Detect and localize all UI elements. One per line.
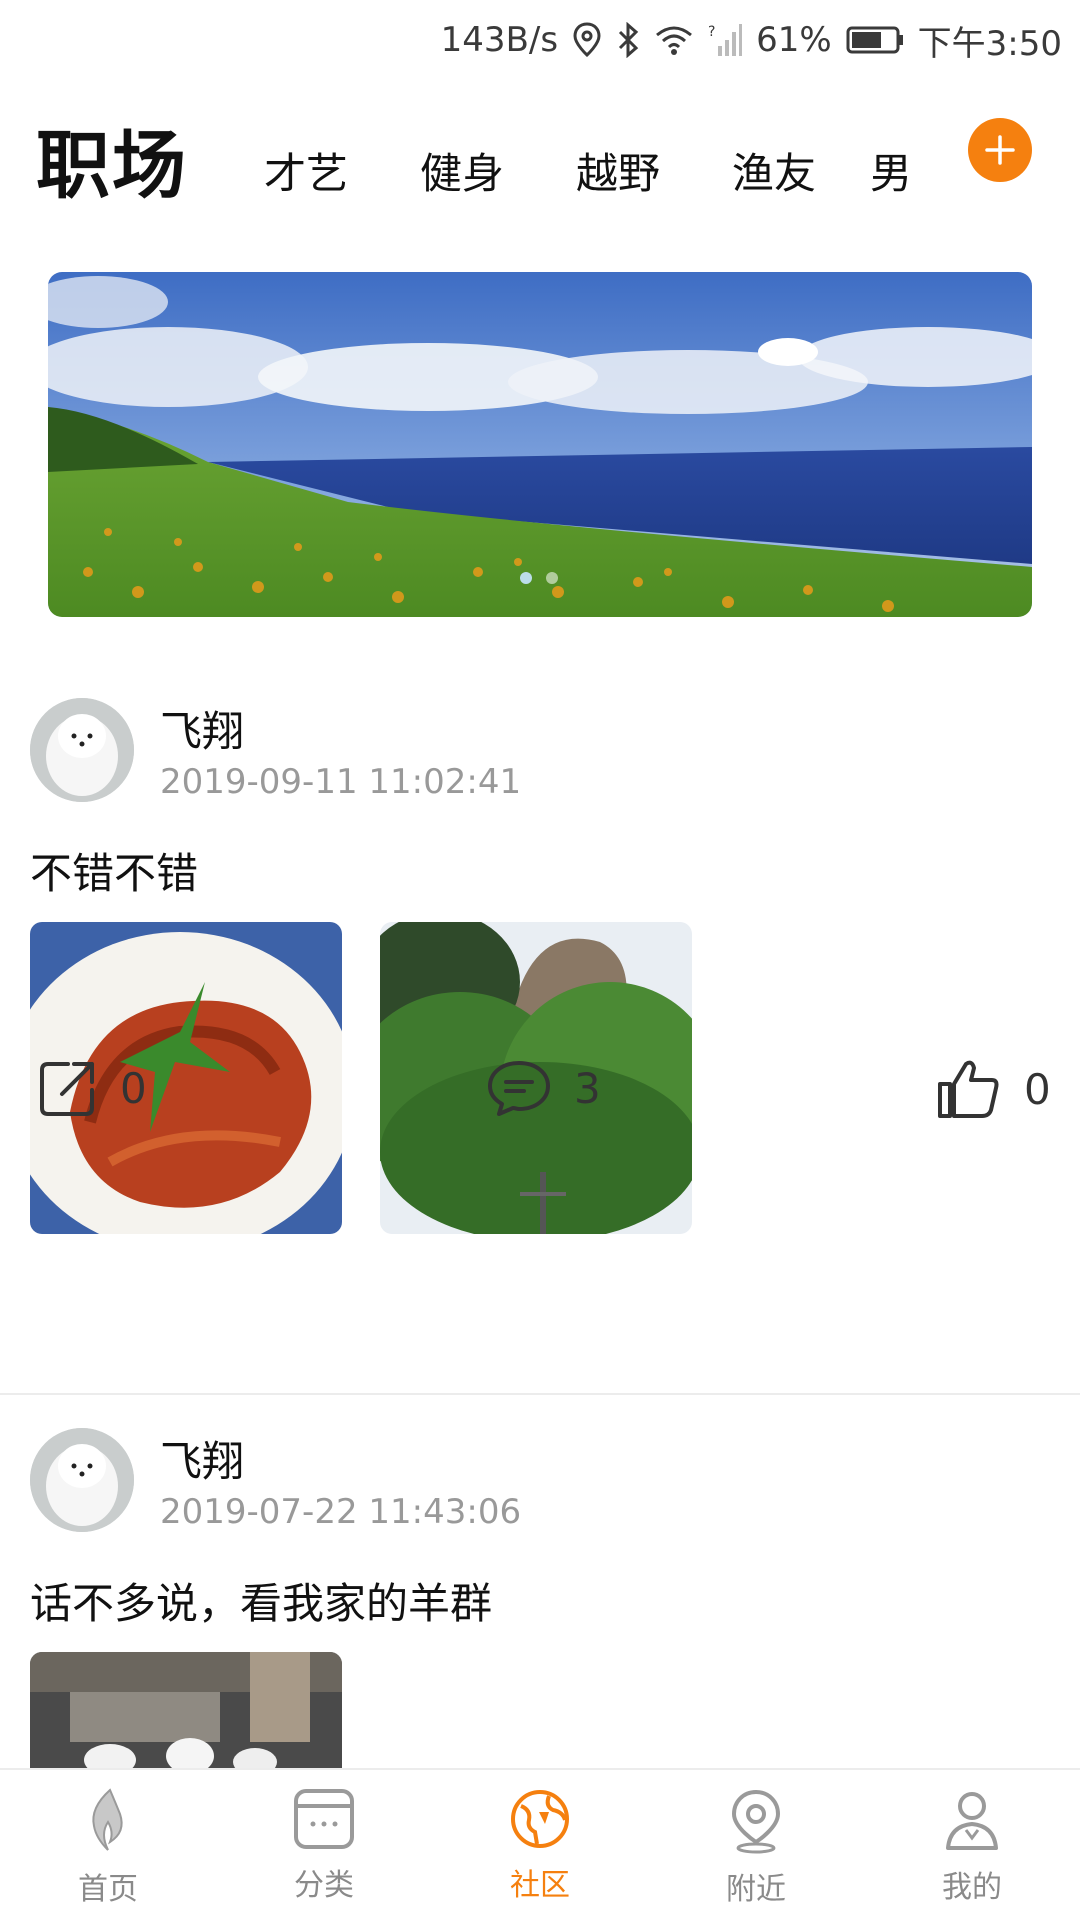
svg-text:?: ? <box>708 24 715 40</box>
tab-item-partial[interactable]: 男 <box>870 140 918 200</box>
bottom-navigation: 首页 分类 社区 附近 我的 <box>0 1768 1080 1922</box>
like-count: 0 <box>1024 1064 1051 1114</box>
post-photo[interactable] <box>30 1652 342 1772</box>
plus-icon <box>985 135 1015 165</box>
post-actions: 0 3 0 <box>0 1058 1080 1138</box>
nav-profile[interactable]: 我的 <box>864 1770 1080 1922</box>
nav-community[interactable]: 社区 <box>432 1770 648 1922</box>
avatar[interactable] <box>30 1428 134 1532</box>
banner-image <box>48 272 1032 617</box>
clock: 下午3:50 <box>917 23 1062 64</box>
like-action[interactable]: 0 <box>936 1058 1051 1120</box>
post-time: 2019-09-11 11:02:41 <box>160 762 522 802</box>
carousel-dot[interactable] <box>546 572 558 584</box>
share-count: 0 <box>120 1063 147 1113</box>
tab-active[interactable]: 职场 <box>36 106 188 213</box>
post-text: 不错不错 <box>30 849 199 898</box>
tab-item[interactable]: 渔友 <box>732 140 816 201</box>
community-icon <box>511 1790 569 1848</box>
add-category-button[interactable] <box>968 118 1032 182</box>
carousel-dot[interactable] <box>520 572 532 584</box>
battery-icon <box>846 25 904 55</box>
post-time: 2019-07-22 11:43:06 <box>160 1492 522 1532</box>
flame-icon <box>92 1788 123 1851</box>
signal-icon: ? <box>708 22 743 58</box>
carousel-indicator <box>520 572 558 584</box>
share-icon <box>40 1062 94 1116</box>
battery-percent: 61% <box>756 20 832 60</box>
nav-nearby[interactable]: 附近 <box>648 1770 864 1922</box>
nav-label: 我的 <box>942 1870 1002 1905</box>
nav-label: 分类 <box>294 1868 354 1903</box>
comment-count: 3 <box>574 1063 601 1113</box>
location-icon <box>572 22 602 58</box>
post-text: 话不多说，看我家的羊群 <box>30 1579 493 1628</box>
thumbs-up-icon <box>938 1060 999 1118</box>
nav-label: 附近 <box>726 1872 786 1907</box>
tab-item[interactable]: 健身 <box>420 140 504 201</box>
author-name[interactable]: 飞翔 <box>160 1428 244 1489</box>
comment-icon <box>488 1061 550 1116</box>
nav-label: 社区 <box>510 1868 570 1903</box>
category-tabs: 职场 才艺 健身 越野 渔友 男 <box>0 100 1080 210</box>
bluetooth-icon <box>616 22 640 58</box>
profile-icon <box>946 1792 998 1850</box>
banner-carousel[interactable] <box>48 272 1032 617</box>
nav-home[interactable]: 首页 <box>0 1770 216 1922</box>
wifi-icon <box>654 23 694 57</box>
category-icon <box>294 1789 354 1849</box>
nav-label: 首页 <box>78 1872 138 1907</box>
comment-action[interactable]: 3 <box>486 1058 601 1118</box>
divider <box>0 1393 1080 1395</box>
status-bar: 143B/s ? 61% 下午3:50 <box>0 0 1080 80</box>
location-icon <box>731 1789 781 1854</box>
net-speed: 143B/s <box>440 20 559 60</box>
tab-item[interactable]: 才艺 <box>264 140 348 201</box>
nav-category[interactable]: 分类 <box>216 1770 432 1922</box>
share-action[interactable]: 0 <box>38 1058 147 1118</box>
avatar[interactable] <box>30 698 134 802</box>
author-name[interactable]: 飞翔 <box>160 698 244 759</box>
tab-item[interactable]: 越野 <box>576 140 660 201</box>
